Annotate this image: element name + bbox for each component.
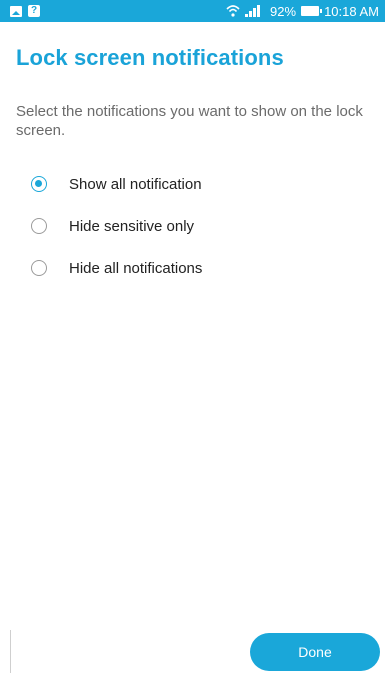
page-title: Lock screen notifications	[16, 45, 284, 70]
wifi-icon	[226, 5, 240, 17]
battery-icon	[301, 6, 323, 16]
option-label: Show all notification	[69, 175, 202, 193]
battery-percent: 92%	[270, 3, 297, 19]
status-bar-right: 92% 10:18 AM	[226, 0, 379, 22]
image-icon	[10, 5, 22, 17]
done-button[interactable]: Done	[250, 633, 380, 671]
status-bar-left: ?	[0, 5, 40, 17]
option-hide-sensitive[interactable]: Hide sensitive only	[0, 204, 385, 248]
radio-button[interactable]	[31, 218, 47, 234]
divider	[10, 630, 11, 673]
option-hide-all[interactable]: Hide all notifications	[0, 246, 385, 290]
clock: 10:18 AM	[324, 3, 379, 19]
option-label: Hide all notifications	[69, 259, 203, 277]
status-bar: ? 92% 10:18 AM	[0, 0, 385, 22]
question-icon: ?	[28, 5, 40, 17]
page-description: Select the notifications you want to sho…	[16, 103, 363, 139]
radio-button[interactable]	[31, 260, 47, 276]
lock-screen-notifications-screen: ? 92% 10:18 AM Lock screen notifications…	[0, 0, 385, 673]
option-label: Hide sensitive only	[69, 217, 195, 235]
option-show-all[interactable]: Show all notification	[0, 162, 385, 206]
radio-button-selected[interactable]	[31, 176, 47, 192]
signal-icon	[245, 5, 265, 17]
